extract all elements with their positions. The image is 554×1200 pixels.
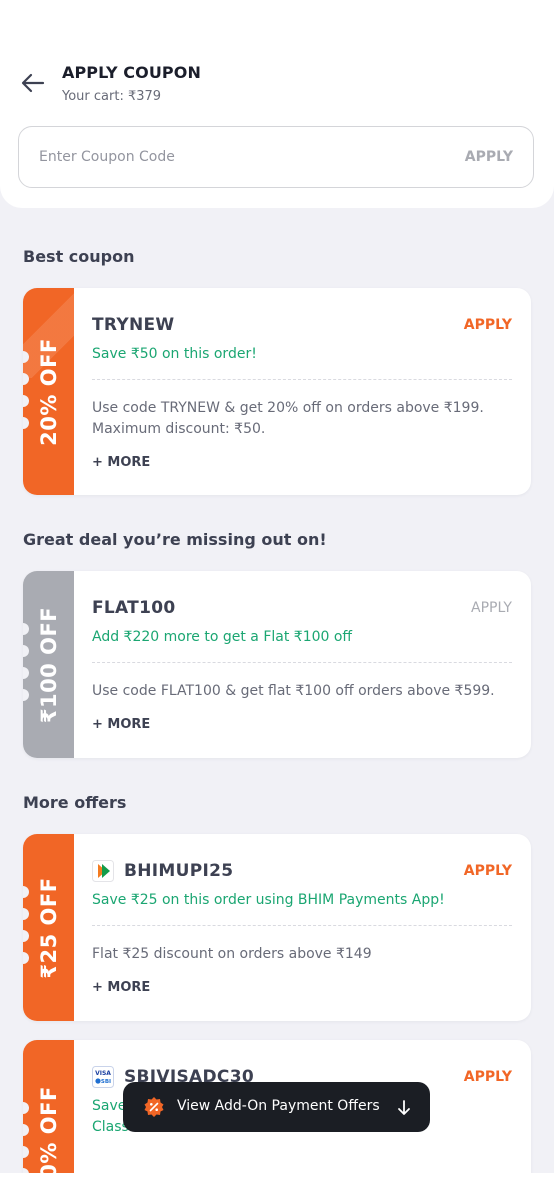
toast-label: View Add-On Payment Offers xyxy=(177,1098,380,1114)
bhim-logo-icon xyxy=(92,860,114,882)
coupon-stub: 20% OFF xyxy=(23,288,74,495)
more-link[interactable]: + MORE xyxy=(92,455,150,470)
coupon-input-box: APPLY xyxy=(18,126,534,188)
coupon-discount-label: 20% OFF xyxy=(36,337,61,446)
coupon-code-input[interactable] xyxy=(39,127,419,187)
cart-total: Your cart: ₹379 xyxy=(62,89,162,104)
divider xyxy=(92,379,512,380)
svg-text:SBI: SBI xyxy=(101,1079,111,1085)
more-link[interactable]: + MORE xyxy=(92,717,150,732)
coupon-savings: Save xyxy=(92,1098,127,1114)
coupon-savings: Save ₹25 on this order using BHIM Paymen… xyxy=(92,892,445,908)
divider xyxy=(92,662,512,663)
section-title-best: Best coupon xyxy=(23,247,135,266)
page-title: APPLY COUPON xyxy=(62,63,201,82)
more-link[interactable]: + MORE xyxy=(92,980,150,995)
coupon-discount-label: ₹100 OFF xyxy=(36,606,61,723)
apply-button-bhimupi25[interactable]: APPLY xyxy=(464,863,512,879)
coupon-card-trynew: 20% OFF TRYNEW APPLY Save ₹50 on this or… xyxy=(23,288,531,495)
divider xyxy=(92,925,512,926)
back-arrow-icon[interactable] xyxy=(18,68,48,98)
coupon-card-bhimupi25: ₹25 OFF BHIMUPI25 APPLY Save ₹25 on this… xyxy=(23,834,531,1021)
coupon-savings: Save ₹50 on this order! xyxy=(92,346,257,362)
coupon-card-flat100: ₹100 OFF FLAT100 APPLY Add ₹220 more to … xyxy=(23,571,531,758)
coupon-description: Flat ₹25 discount on orders above ₹149 xyxy=(92,946,372,962)
header: APPLY COUPON Your cart: ₹379 APPLY xyxy=(0,0,554,208)
coupon-code: TRYNEW xyxy=(92,315,175,335)
coupon-apply-button[interactable]: APPLY xyxy=(465,149,513,165)
coupon-stub: ₹100 OFF xyxy=(23,571,74,758)
section-title-more: More offers xyxy=(23,793,127,812)
bottom-strip xyxy=(0,1173,554,1200)
offer-badge-icon xyxy=(144,1097,164,1117)
view-payment-offers-button[interactable]: View Add-On Payment Offers xyxy=(123,1082,430,1132)
apply-button-trynew[interactable]: APPLY xyxy=(464,317,512,333)
coupon-discount-label: ₹25 OFF xyxy=(36,876,61,979)
visa-sbi-logo-icon: VISA SBI xyxy=(92,1066,114,1088)
apply-button-sbivisadc30[interactable]: APPLY xyxy=(464,1069,512,1085)
section-title-missing: Great deal you’re missing out on! xyxy=(23,530,327,549)
coupon-savings: Add ₹220 more to get a Flat ₹100 off xyxy=(92,629,353,645)
coupon-stub: ₹25 OFF xyxy=(23,834,74,1021)
apply-button-flat100[interactable]: APPLY xyxy=(471,600,512,616)
arrow-down-icon xyxy=(398,1100,410,1115)
coupon-code: BHIMUPI25 xyxy=(124,861,234,881)
coupon-description: Use code TRYNEW & get 20% off on orders … xyxy=(92,400,484,437)
coupon-code: FLAT100 xyxy=(92,598,176,618)
coupon-description: Use code FLAT100 & get flat ₹100 off ord… xyxy=(92,683,495,699)
svg-text:VISA: VISA xyxy=(95,1070,111,1077)
